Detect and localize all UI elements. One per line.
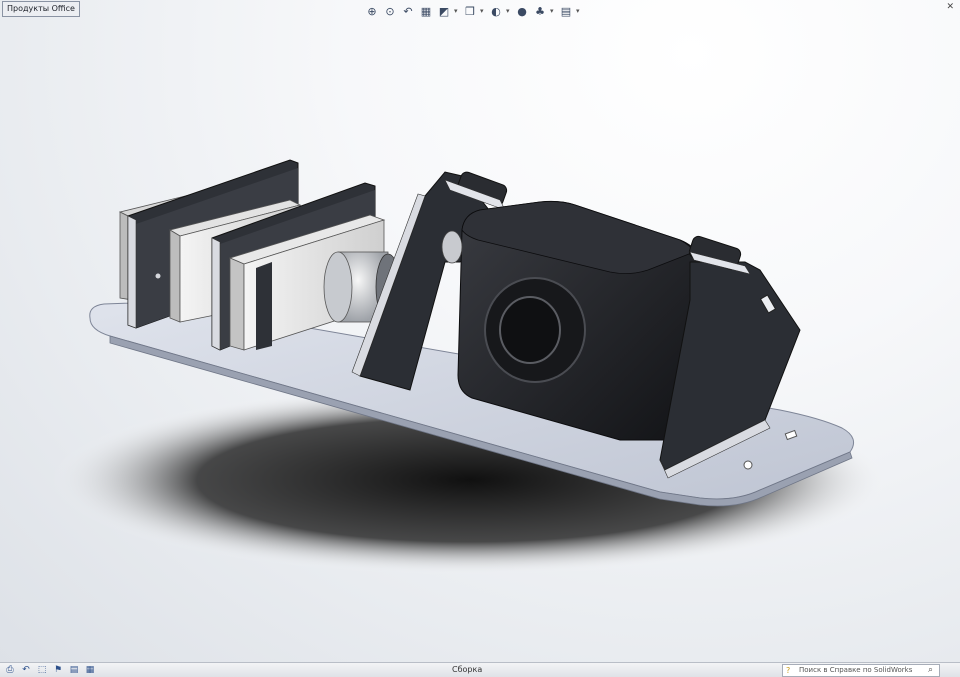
section-view-icon[interactable]: ▦ — [418, 3, 434, 19]
help-search-input[interactable]: ? Поиск в Справке по SolidWorks ⌕ — [782, 664, 940, 677]
help-search-placeholder: Поиск в Справке по SolidWorks — [799, 666, 913, 674]
zoom-to-fit-icon[interactable]: ⊕ — [364, 3, 380, 19]
chevron-down-icon[interactable]: ▾ — [576, 3, 582, 19]
display-style-icon[interactable]: ❒ — [462, 3, 478, 19]
camera-lens — [499, 296, 561, 364]
chevron-down-icon[interactable]: ▾ — [454, 3, 460, 19]
search-icon[interactable]: ⌕ — [928, 665, 933, 676]
office-products-tab[interactable]: Продукты Office — [2, 1, 80, 17]
undo-icon[interactable]: ↶ — [20, 664, 32, 676]
file-properties-icon[interactable]: ▤ — [68, 664, 80, 676]
zoom-to-area-icon[interactable]: ⊙ — [382, 3, 398, 19]
mount-hole — [743, 460, 753, 470]
status-bar: ⎙ ↶ ⬚ ⚑ ▤ ▦ Сборка ? Поиск в Справке по … — [0, 662, 960, 677]
options-icon[interactable]: ▦ — [84, 664, 96, 676]
chevron-down-icon[interactable]: ▾ — [480, 3, 486, 19]
help-icon: ? — [786, 666, 791, 675]
apply-scene-icon[interactable]: ♣ — [532, 3, 548, 19]
view-settings-icon[interactable]: ▤ — [558, 3, 574, 19]
graphics-viewport[interactable]: Продукты Office ⊕ ⊙ ↶ ▦ ◩ ▾ ❒ ▾ ◐ ▾ ● ♣ … — [0, 0, 960, 662]
print-icon[interactable]: ⎙ — [4, 664, 16, 676]
heads-up-view-toolbar: ⊕ ⊙ ↶ ▦ ◩ ▾ ❒ ▾ ◐ ▾ ● ♣ ▾ ▤ ▾ — [364, 1, 582, 21]
chevron-down-icon[interactable]: ▾ — [550, 3, 556, 19]
status-document-type: Сборка — [452, 665, 483, 674]
close-icon[interactable]: ✕ — [946, 2, 954, 12]
edit-appearance-icon[interactable]: ● — [514, 3, 530, 19]
hide-show-items-icon[interactable]: ◐ — [488, 3, 504, 19]
previous-view-icon[interactable]: ↶ — [400, 3, 416, 19]
assembly-model[interactable] — [0, 0, 960, 662]
view-orientation-icon[interactable]: ◩ — [436, 3, 452, 19]
traffic-light-icon[interactable]: ⚑ — [52, 664, 64, 676]
chevron-down-icon[interactable]: ▾ — [506, 3, 512, 19]
bracket-hole — [155, 273, 161, 279]
select-icon[interactable]: ⬚ — [36, 664, 48, 676]
